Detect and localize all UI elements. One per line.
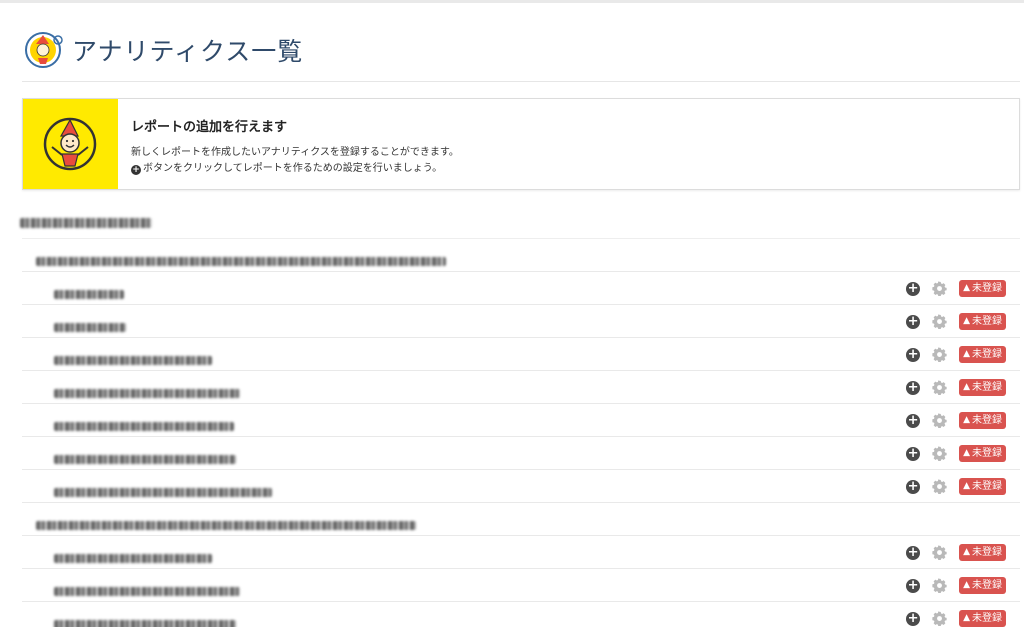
view-name — [54, 350, 212, 369]
gear-icon[interactable] — [932, 281, 947, 296]
add-report-button[interactable]: + — [906, 446, 921, 461]
row-actions: + ▲ 未登録 — [906, 313, 1006, 330]
row-actions: + ▲ 未登録 — [906, 610, 1006, 627]
property-row[interactable] — [22, 503, 1020, 536]
view-name — [54, 284, 124, 303]
warning-icon: ▲ — [963, 382, 970, 392]
view-row: + ▲ 未登録 — [22, 536, 1020, 569]
view-row: + ▲ 未登録 — [22, 371, 1020, 404]
view-row: + ▲ 未登録 — [22, 470, 1020, 503]
warning-icon: ▲ — [963, 547, 970, 557]
add-report-button[interactable]: + — [906, 347, 921, 362]
view-name — [54, 416, 234, 435]
gear-icon[interactable] — [932, 545, 947, 560]
add-report-button[interactable]: + — [906, 545, 921, 560]
status-badge: ▲ 未登録 — [959, 280, 1006, 297]
warning-icon: ▲ — [963, 316, 970, 326]
status-badge: ▲ 未登録 — [959, 610, 1006, 627]
notice-title: レポートの追加を行えます — [131, 120, 288, 135]
status-badge: ▲ 未登録 — [959, 346, 1006, 363]
plus-circle-icon: + — [131, 165, 141, 175]
property-name — [36, 251, 446, 270]
status-badge: ▲ 未登録 — [959, 544, 1006, 561]
view-name — [54, 383, 240, 402]
page-header: アナリティクス一覧 — [22, 28, 1020, 82]
warning-icon: ▲ — [963, 415, 970, 425]
view-name — [54, 614, 236, 627]
view-row: + ▲ 未登録 — [22, 437, 1020, 470]
warning-icon: ▲ — [963, 448, 970, 458]
gear-icon[interactable] — [932, 314, 947, 329]
gear-icon[interactable] — [932, 380, 947, 395]
status-badge: ▲ 未登録 — [959, 379, 1006, 396]
gear-icon[interactable] — [932, 347, 947, 362]
gear-icon[interactable] — [932, 413, 947, 428]
view-name — [54, 482, 272, 501]
row-actions: + ▲ 未登録 — [906, 412, 1006, 429]
view-name — [54, 317, 126, 336]
page-title: アナリティクス一覧 — [72, 37, 304, 66]
view-row: + ▲ 未登録 — [22, 569, 1020, 602]
add-report-button[interactable]: + — [906, 611, 921, 626]
row-actions: + ▲ 未登録 — [906, 577, 1006, 594]
warning-icon: ▲ — [963, 580, 970, 590]
gear-icon[interactable] — [932, 611, 947, 626]
warning-icon: ▲ — [963, 349, 970, 359]
row-actions: + ▲ 未登録 — [906, 445, 1006, 462]
view-row: + ▲ 未登録 — [22, 272, 1020, 305]
warning-icon: ▲ — [963, 283, 970, 293]
view-row: + ▲ 未登録 — [22, 602, 1020, 627]
notice-instruction: + ボタンをクリックしてレポートを作るための設定を行いましょう。 — [131, 159, 442, 175]
property-name — [36, 515, 416, 534]
row-actions: + ▲ 未登録 — [906, 544, 1006, 561]
view-name — [54, 449, 236, 468]
gear-icon[interactable] — [932, 479, 947, 494]
view-name — [54, 548, 212, 567]
row-actions: + ▲ 未登録 — [906, 280, 1006, 297]
gear-icon[interactable] — [932, 446, 947, 461]
gear-icon[interactable] — [932, 578, 947, 593]
add-report-button[interactable]: + — [906, 281, 921, 296]
add-report-button[interactable]: + — [906, 413, 921, 428]
add-report-button[interactable]: + — [906, 380, 921, 395]
warning-icon: ▲ — [963, 481, 970, 491]
mascot-icon — [43, 117, 97, 171]
row-actions: + ▲ 未登録 — [906, 346, 1006, 363]
add-report-button[interactable]: + — [906, 578, 921, 593]
view-row: + ▲ 未登録 — [22, 404, 1020, 437]
status-badge: ▲ 未登録 — [959, 445, 1006, 462]
mascot-logo — [25, 32, 63, 68]
view-row: + ▲ 未登録 — [22, 338, 1020, 371]
row-actions: + ▲ 未登録 — [906, 379, 1006, 396]
info-notice: レポートの追加を行えます 新しくレポートを作成したいアナリティクスを登録すること… — [22, 98, 1020, 190]
account-name[interactable] — [20, 213, 152, 232]
row-actions: + ▲ 未登録 — [906, 478, 1006, 495]
warning-icon: ▲ — [963, 613, 970, 623]
property-row[interactable] — [22, 239, 1020, 272]
add-report-button[interactable]: + — [906, 479, 921, 494]
add-report-button[interactable]: + — [906, 314, 921, 329]
status-badge: ▲ 未登録 — [959, 412, 1006, 429]
view-name — [54, 581, 240, 600]
top-border — [0, 0, 1024, 3]
view-row: + ▲ 未登録 — [22, 305, 1020, 338]
status-badge: ▲ 未登録 — [959, 478, 1006, 495]
notice-mascot — [23, 99, 118, 189]
notice-instruction-text: ボタンをクリックしてレポートを作るための設定を行いましょう。 — [143, 163, 443, 174]
status-badge: ▲ 未登録 — [959, 313, 1006, 330]
notice-text: 新しくレポートを作成したいアナリティクスを登録することができます。 — [131, 147, 459, 158]
status-badge: ▲ 未登録 — [959, 577, 1006, 594]
